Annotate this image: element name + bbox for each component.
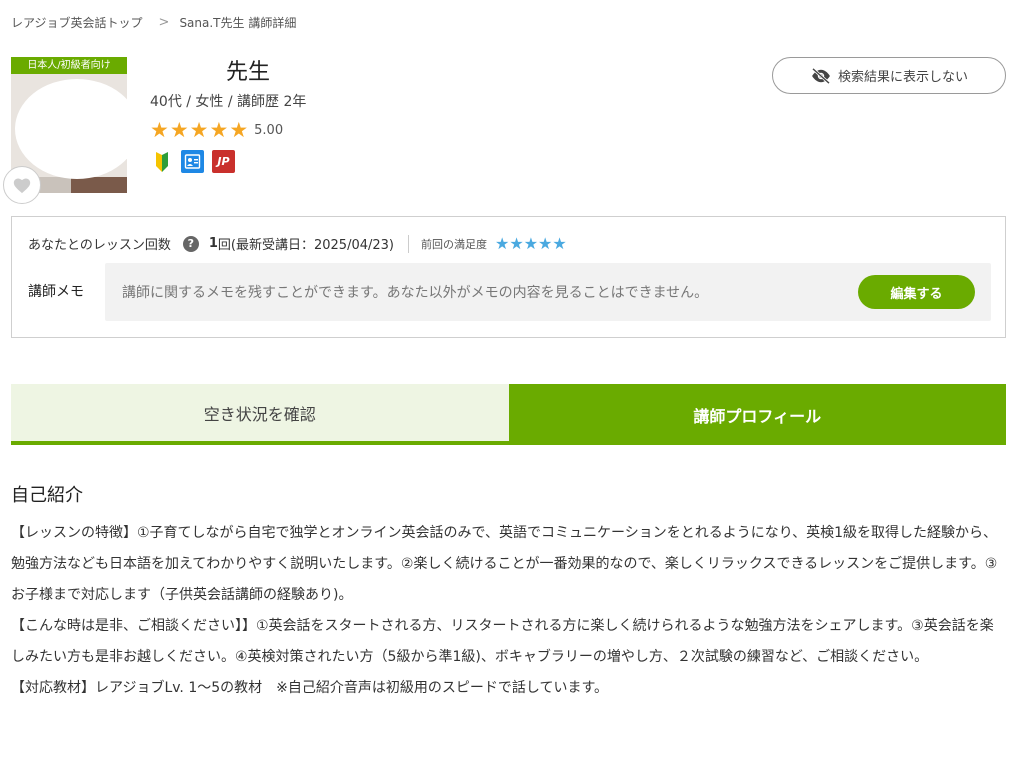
self-intro-title: 自己紹介 [11,485,83,506]
lesson-count-label: あなたとのレッスン回数 [28,238,171,253]
id-card-icon [181,150,204,173]
satisfaction-star-icon: ★ [538,234,553,253]
lesson-memo-panel: あなたとのレッスン回数 ? 1 回(最新受講日：2025/04/23) 前回の満… [11,216,1006,338]
star-icon: ★ [209,118,229,142]
breadcrumb-home-link[interactable]: レアジョブ英会話トップ [11,14,143,31]
teacher-profile-summary: 40代 / 女性 / 講師歴 2年 [150,94,307,110]
lesson-count-value: 1 [208,236,218,251]
satisfaction-star-icon: ★ [523,234,539,253]
beginner-leaf-icon [150,150,173,173]
favorite-heart-button[interactable] [3,166,41,204]
self-intro-text: 【レッスンの特徴】①子育てしながら自宅で独学とオンライン英会話のみで、英語でコミ… [11,518,1006,704]
satisfaction-star-icon: ★ [495,234,510,253]
memo-field[interactable]: 講師に関するメモを残すことができます。あなた以外がメモの内容を見ることはできませ… [105,263,991,321]
satisfaction-star-icon: ★ [509,234,524,253]
divider [408,234,409,253]
photo-hair [71,177,127,193]
intro-paragraph: 【レッスンの特徴】①子育てしながら自宅で独学とオンライン英会話のみで、英語でコミ… [11,525,998,603]
heart-icon [13,178,31,194]
satisfaction-label: 前回の満足度 [421,237,487,251]
chevron-right-icon: > [158,15,170,30]
intro-paragraph: 【対応教材】レアジョブLv. 1〜5の教材 ※自己紹介音声は初級用のスピードで話… [11,680,609,696]
tab-profile[interactable]: 講師プロフィール [508,384,1006,445]
memo-label: 講師メモ [28,284,84,300]
tab-availability[interactable]: 空き状況を確認 [11,384,509,445]
satisfaction-star-icon: ★ [552,234,567,253]
teacher-name: 先生 [226,60,271,85]
star-icon: ★ [150,118,169,142]
teacher-category-tag: 日本人/初級者向け [11,57,127,74]
memo-placeholder: 講師に関するメモを残すことができます。あなた以外がメモの内容を見ることはできませ… [122,285,709,301]
teacher-badges: JP [150,150,243,173]
lesson-count-detail: 回(最新受講日：2025/04/23) [217,238,394,253]
hide-from-search-button[interactable]: 検索結果に表示しない [772,57,1006,94]
breadcrumb-current: Sana.T先生 講師詳細 [179,16,297,30]
eye-slash-icon [812,67,830,84]
help-question-icon[interactable]: ? [182,235,199,252]
profile-tabs: 空き状況を確認 講師プロフィール [11,384,1006,445]
star-icon: ★ [169,118,189,142]
breadcrumb: レアジョブ英会話トップ > Sana.T先生 講師詳細 [11,14,296,31]
lesson-count-row: あなたとのレッスン回数 ? 1 回(最新受講日：2025/04/23) 前回の満… [28,234,567,253]
star-icon: ★ [229,118,249,142]
teacher-rating: ★ ★ ★ ★ ★ 5.00 [150,118,284,142]
photo-face-mask [15,79,127,179]
rating-score: 5.00 [254,122,284,138]
hide-from-search-label: 検索結果に表示しない [837,70,968,85]
star-icon: ★ [189,118,209,142]
intro-paragraph: 【こんな時は是非、ご相談ください】】①英会話をスタートされる方、リスタートされる… [11,618,994,665]
edit-memo-button[interactable]: 編集する [858,275,975,309]
japanese-speaker-badge: JP [212,150,235,173]
